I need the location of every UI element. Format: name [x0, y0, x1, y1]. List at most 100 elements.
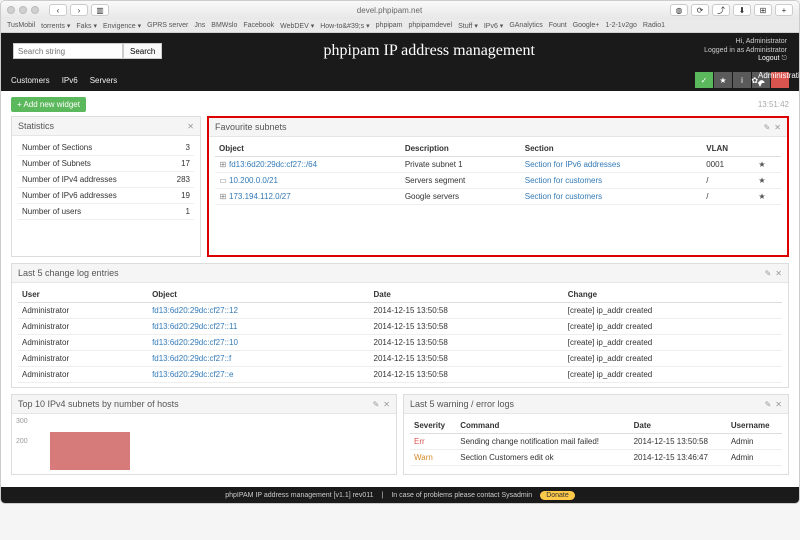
bookmark-item[interactable]: GPRS server [147, 22, 188, 29]
logout-icon: ⎋ [781, 55, 787, 62]
check-icon[interactable]: ✓ [695, 72, 713, 88]
bookmark-item[interactable]: Google+ [573, 22, 600, 29]
favourites-table: ObjectDescriptionSectionVLAN ⊞fd13:6d20:… [215, 141, 781, 205]
object-link[interactable]: fd13:6d20:29dc:cf27::e [148, 367, 369, 383]
table-row: WarnSection Customers edit ok2014-12-15 … [410, 450, 782, 466]
bookmark-item[interactable]: Envigence ▾ [103, 22, 141, 30]
admin-menu[interactable]: ✿ Administration ▾ [771, 72, 789, 88]
user-greeting: Hi, Administrator [704, 38, 787, 46]
bookmark-item[interactable]: Fount [549, 22, 567, 29]
clock: 13:51:42 [758, 100, 789, 109]
object-link[interactable]: fd13:6d20:29dc:cf27::11 [148, 319, 369, 335]
donate-button[interactable]: Donate [540, 491, 575, 500]
top10-chart: 300 200 [12, 414, 396, 474]
bookmark-item[interactable]: phpipam [376, 22, 403, 29]
chart-bar [50, 432, 130, 470]
section-link[interactable]: Section for customers [521, 189, 702, 205]
window-titlebar: ‹ › ▥ devel.phpipam.net ◍ ⟳ ⤴ ⬇ ⊞ + [1, 1, 799, 19]
panel-title-errlog: Last 5 warning / error logs [410, 399, 514, 409]
subnet-icon: ⊞ [219, 160, 227, 169]
panel-title-stats: Statistics [18, 121, 54, 131]
logout-link[interactable]: Logout [758, 55, 779, 62]
nav-ipv6[interactable]: IPv6 [62, 76, 78, 85]
bookmarks-bar: TusMobil torrents ▾ Faks ▾ Envigence ▾ G… [1, 19, 799, 33]
url-bar[interactable]: devel.phpipam.net [121, 6, 658, 15]
edit-icon[interactable]: ✎ [764, 123, 771, 132]
panel-title-favourites: Favourite subnets [215, 122, 287, 132]
table-row: ▭10.200.0.0/21Servers segmentSection for… [215, 173, 781, 189]
subnet-link[interactable]: 10.200.0.0/21 [229, 176, 278, 185]
bookmark-item[interactable]: Jns [194, 22, 205, 29]
nav-customers[interactable]: Customers [11, 76, 50, 85]
star-icon[interactable]: ★ [754, 157, 781, 173]
table-row: ErrSending change notification mail fail… [410, 434, 782, 450]
table-row: ⊞fd13:6d20:29dc:cf27::/64Private subnet … [215, 157, 781, 173]
sidebar-button[interactable]: ▥ [91, 4, 109, 16]
close-icon[interactable]: ✕ [383, 400, 390, 409]
object-link[interactable]: fd13:6d20:29dc:cf27::12 [148, 303, 369, 319]
user-role: Logged in as Administrator [704, 47, 787, 55]
reload-button[interactable]: ⟳ [691, 4, 709, 16]
bookmark-item[interactable]: TusMobil [7, 22, 35, 29]
share-button[interactable]: ⤴ [712, 4, 730, 16]
search-input[interactable] [13, 43, 123, 59]
add-widget-button[interactable]: + Add new widget [11, 97, 86, 112]
bookmark-item[interactable]: How-to&#39;s ▾ [320, 22, 369, 30]
edit-icon[interactable]: ✎ [373, 400, 380, 409]
table-row: Administratorfd13:6d20:29dc:cf27::122014… [18, 303, 782, 319]
subnet-link[interactable]: 173.194.112.0/27 [229, 192, 291, 201]
panel-title-top10: Top 10 IPv4 subnets by number of hosts [18, 399, 179, 409]
edit-icon[interactable]: ✎ [765, 269, 772, 278]
add-button[interactable]: + [775, 4, 793, 16]
table-row: Administratorfd13:6d20:29dc:cf27::e2014-… [18, 367, 782, 383]
close-icon[interactable]: ✕ [187, 122, 194, 131]
forward-button[interactable]: › [70, 4, 88, 16]
edit-icon[interactable]: ✎ [765, 400, 772, 409]
bookmark-item[interactable]: Radio1 [643, 22, 665, 29]
subnet-link[interactable]: fd13:6d20:29dc:cf27::/64 [229, 160, 317, 169]
section-link[interactable]: Section for IPv6 addresses [521, 157, 702, 173]
table-row: Administratorfd13:6d20:29dc:cf27::f2014-… [18, 351, 782, 367]
bookmark-item[interactable]: IPv6 ▾ [484, 22, 503, 30]
bookmark-item[interactable]: BMWslo [211, 22, 237, 29]
table-row: Number of Subnets17 [18, 156, 194, 172]
downloads-button[interactable]: ⬇ [733, 4, 751, 16]
table-row: Administratorfd13:6d20:29dc:cf27::102014… [18, 335, 782, 351]
errlog-table: SeverityCommandDateUsername ErrSending c… [410, 418, 782, 466]
bookmark-item[interactable]: Facebook [243, 22, 274, 29]
bookmark-item[interactable]: 1-2-1v2go [605, 22, 637, 29]
reader-button[interactable]: ◍ [670, 4, 688, 16]
y-tick: 200 [16, 438, 28, 445]
table-row: Number of Sections3 [18, 140, 194, 156]
tabs-button[interactable]: ⊞ [754, 4, 772, 16]
nav-servers[interactable]: Servers [90, 76, 118, 85]
bookmark-item[interactable]: phpipamdevel [409, 22, 453, 29]
bookmark-item[interactable]: Faks ▾ [76, 22, 97, 30]
object-link[interactable]: fd13:6d20:29dc:cf27::f [148, 351, 369, 367]
star-icon[interactable]: ★ [754, 189, 781, 205]
bookmark-item[interactable]: WebDEV ▾ [280, 22, 314, 30]
bookmark-item[interactable]: torrents ▾ [41, 22, 70, 30]
subnet-icon: ⊞ [219, 192, 227, 201]
star-icon[interactable]: ★ [754, 173, 781, 189]
info-icon[interactable]: i [733, 72, 751, 88]
back-button[interactable]: ‹ [49, 4, 67, 16]
changelog-table: UserObjectDateChange Administratorfd13:6… [18, 287, 782, 383]
stats-table: Number of Sections3 Number of Subnets17 … [18, 140, 194, 220]
object-link[interactable]: fd13:6d20:29dc:cf27::10 [148, 335, 369, 351]
bookmark-item[interactable]: GAnalytics [509, 22, 542, 29]
section-link[interactable]: Section for customers [521, 173, 702, 189]
zoom-dot[interactable] [31, 6, 39, 14]
close-dot[interactable] [7, 6, 15, 14]
close-icon[interactable]: ✕ [775, 269, 782, 278]
close-icon[interactable]: ✕ [774, 123, 781, 132]
bookmark-item[interactable]: Stuff ▾ [458, 22, 478, 30]
severity-badge: Err [410, 434, 456, 450]
star-icon[interactable]: ★ [714, 72, 732, 88]
minimize-dot[interactable] [19, 6, 27, 14]
search-button[interactable]: Search [123, 43, 162, 59]
user-info: Hi, Administrator Logged in as Administr… [704, 38, 787, 63]
table-row: Number of IPv6 addresses19 [18, 188, 194, 204]
y-tick: 300 [16, 418, 28, 425]
close-icon[interactable]: ✕ [775, 400, 782, 409]
